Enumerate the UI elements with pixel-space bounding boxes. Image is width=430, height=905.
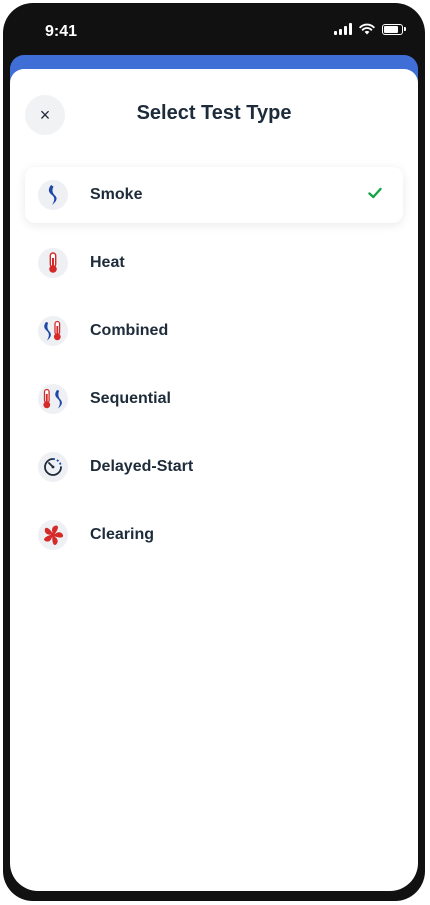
- heat-smoke-icon: [38, 384, 68, 414]
- checkmark-icon: [368, 187, 382, 199]
- status-icons: [334, 23, 406, 35]
- test-type-combined[interactable]: Combined: [25, 303, 403, 359]
- test-type-label: Delayed-Start: [90, 458, 194, 475]
- phone-frame: 9:41 × Select Test Type Smoke Heat Combi…: [3, 3, 425, 901]
- fan-icon: [38, 520, 68, 550]
- test-type-delayed-start[interactable]: Delayed-Start: [25, 439, 403, 495]
- thermometer-icon: [38, 248, 68, 278]
- status-time: 9:41: [45, 23, 78, 40]
- test-type-sequential[interactable]: Sequential: [25, 371, 403, 427]
- smoke-icon: [38, 180, 68, 210]
- test-type-list: Smoke Heat Combined Sequential Delayed-S…: [25, 167, 403, 575]
- test-type-smoke[interactable]: Smoke: [25, 167, 403, 223]
- page-title: Select Test Type: [136, 102, 292, 124]
- select-test-type-sheet: × Select Test Type Smoke Heat Combined S…: [10, 69, 418, 891]
- test-type-label: Smoke: [90, 186, 143, 203]
- smoke-heat-icon: [38, 316, 68, 346]
- test-type-label: Sequential: [90, 390, 171, 407]
- wifi-icon: [359, 23, 375, 35]
- test-type-label: Combined: [90, 322, 169, 339]
- signal-icon: [334, 23, 352, 35]
- test-type-label: Clearing: [90, 526, 155, 543]
- battery-icon: [382, 23, 406, 35]
- test-type-heat[interactable]: Heat: [25, 235, 403, 291]
- test-type-label: Heat: [90, 254, 125, 271]
- test-type-clearing[interactable]: Clearing: [25, 507, 403, 563]
- status-bar: 9:41: [3, 3, 425, 51]
- timer-icon: [38, 452, 68, 482]
